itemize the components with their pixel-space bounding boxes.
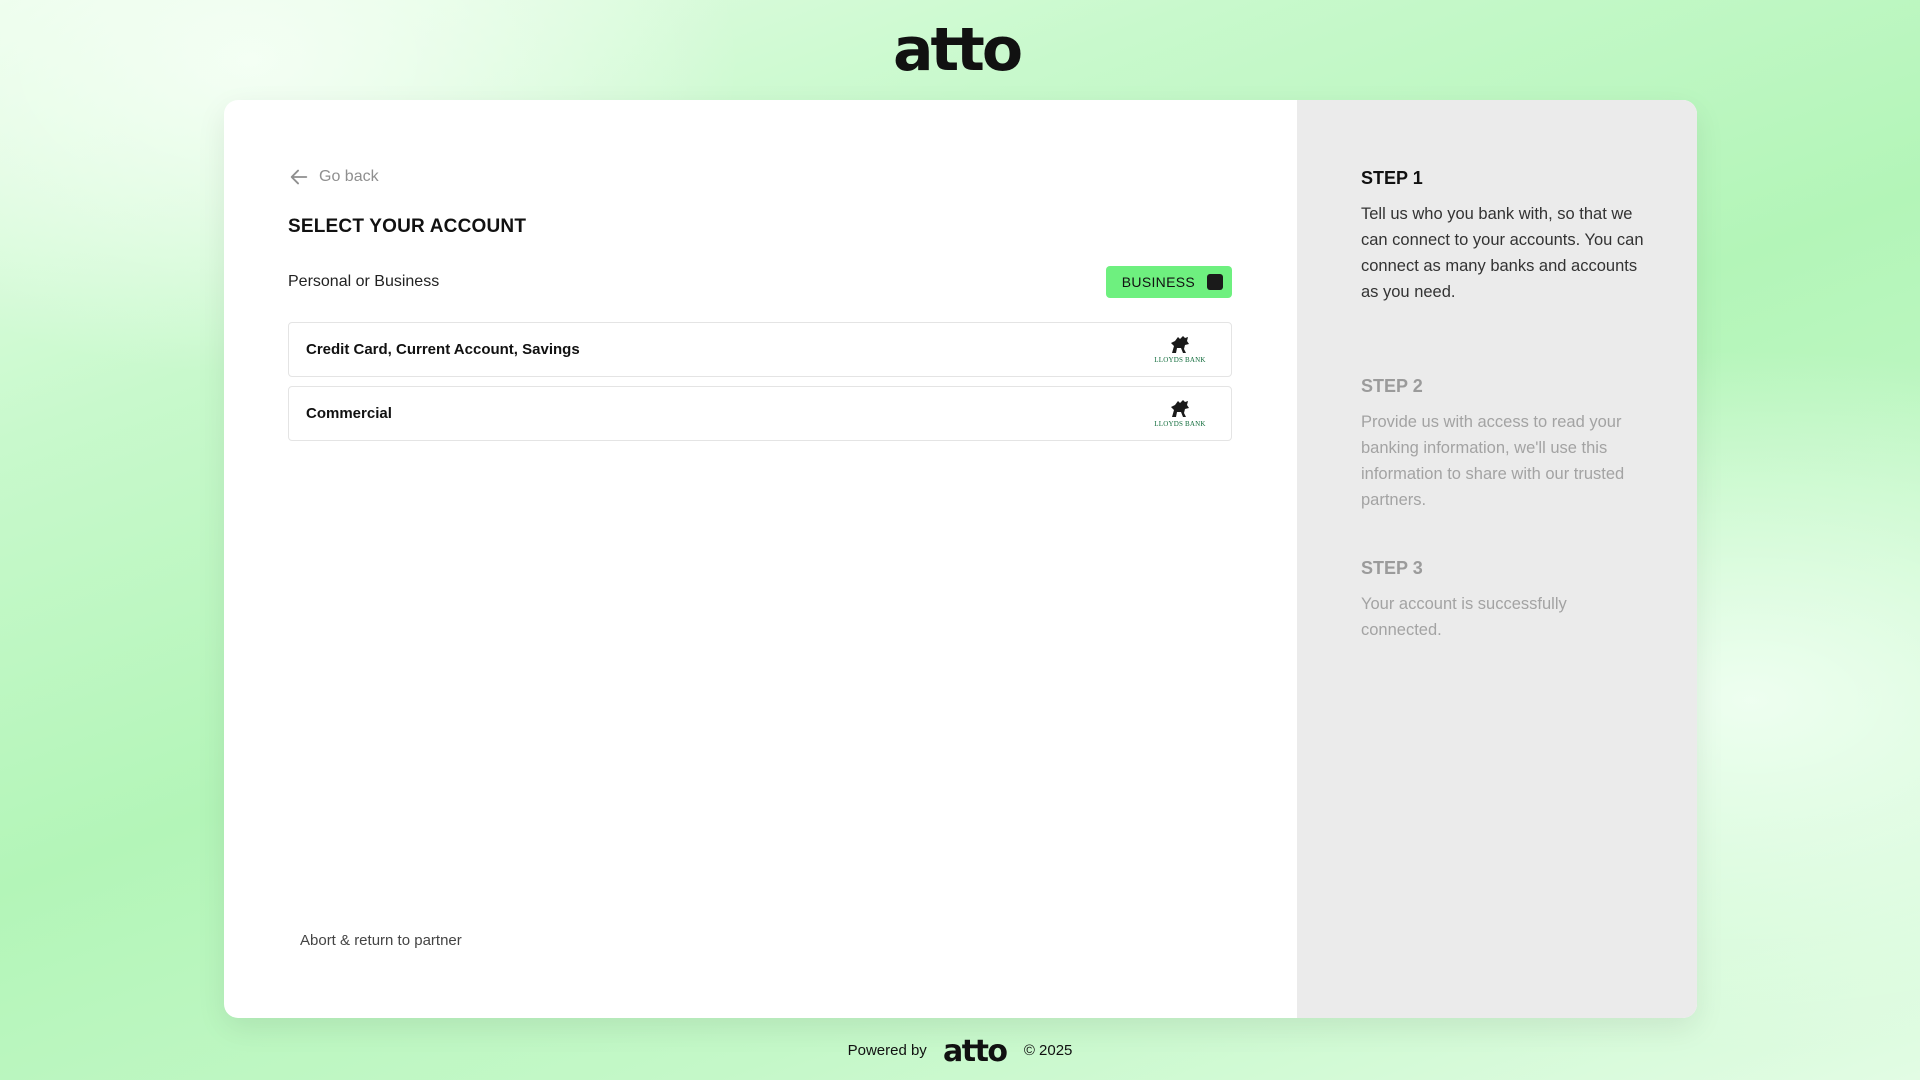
arrow-left-icon (290, 169, 308, 185)
abort-link[interactable]: Abort & return to partner (300, 932, 462, 949)
account-type-label: Personal or Business (288, 273, 440, 290)
horse-icon (1171, 335, 1189, 353)
atto-footer-wordmark: atto (943, 1035, 1007, 1065)
copyright: © 2025 (1023, 1041, 1073, 1059)
page-title: SELECT YOUR ACCOUNT (288, 216, 527, 237)
powered-by-label: Powered by (847, 1041, 927, 1059)
account-type-row: Personal or Business BUSINESS (288, 266, 1232, 298)
bank-name: LLOYDS BANK (1154, 355, 1206, 364)
step-title: STEP 3 (1361, 558, 1423, 578)
connect-card: Go back SELECT YOUR ACCOUNT Personal or … (224, 100, 1697, 1018)
step-1: STEP 1 Tell us who you bank with, so tha… (1361, 168, 1651, 305)
lloyds-bank-logo: LLOYDS BANK (1151, 333, 1209, 367)
bank-name: LLOYDS BANK (1154, 419, 1206, 428)
step-description: Provide us with access to read your bank… (1361, 413, 1625, 509)
account-type-value: BUSINESS (1121, 274, 1195, 290)
account-option-name: Credit Card, Current Account, Savings (306, 341, 580, 358)
steps-panel: STEP 1 Tell us who you bank with, so tha… (1297, 100, 1697, 1018)
atto-logo-wordmark: atto (893, 20, 1021, 78)
account-option-commercial[interactable]: Commercial LLOYDS BANK (288, 386, 1232, 441)
go-back-label: Go back (319, 168, 379, 185)
account-option-credit-card[interactable]: Credit Card, Current Account, Savings LL… (288, 322, 1232, 377)
step-2: STEP 2 Provide us with access to read yo… (1361, 376, 1651, 513)
atto-logo-mark: atto (893, 20, 1024, 78)
step-title: STEP 1 (1361, 168, 1423, 188)
step-description: Your account is successfully connected. (1361, 595, 1567, 639)
account-selection-panel: Go back SELECT YOUR ACCOUNT Personal or … (224, 100, 1297, 1018)
account-type-toggle[interactable]: BUSINESS (1105, 266, 1232, 298)
step-3: STEP 3 Your account is successfully conn… (1361, 558, 1651, 643)
account-option-name: Commercial (306, 405, 392, 422)
atto-footer-logo: atto (943, 1035, 1009, 1065)
toggle-knob (1207, 274, 1223, 290)
atto-logo: atto (893, 20, 1027, 78)
horse-icon (1171, 399, 1189, 417)
footer: Powered by atto © 2025 (0, 1033, 1920, 1067)
step-description: Tell us who you bank with, so that we ca… (1361, 205, 1644, 301)
step-title: STEP 2 (1361, 376, 1423, 396)
atto-footer-mark: atto (943, 1035, 1009, 1065)
go-back-link[interactable]: Go back (288, 166, 379, 188)
lloyds-bank-logo: LLOYDS BANK (1151, 397, 1209, 431)
account-list: Credit Card, Current Account, Savings LL… (288, 322, 1232, 450)
